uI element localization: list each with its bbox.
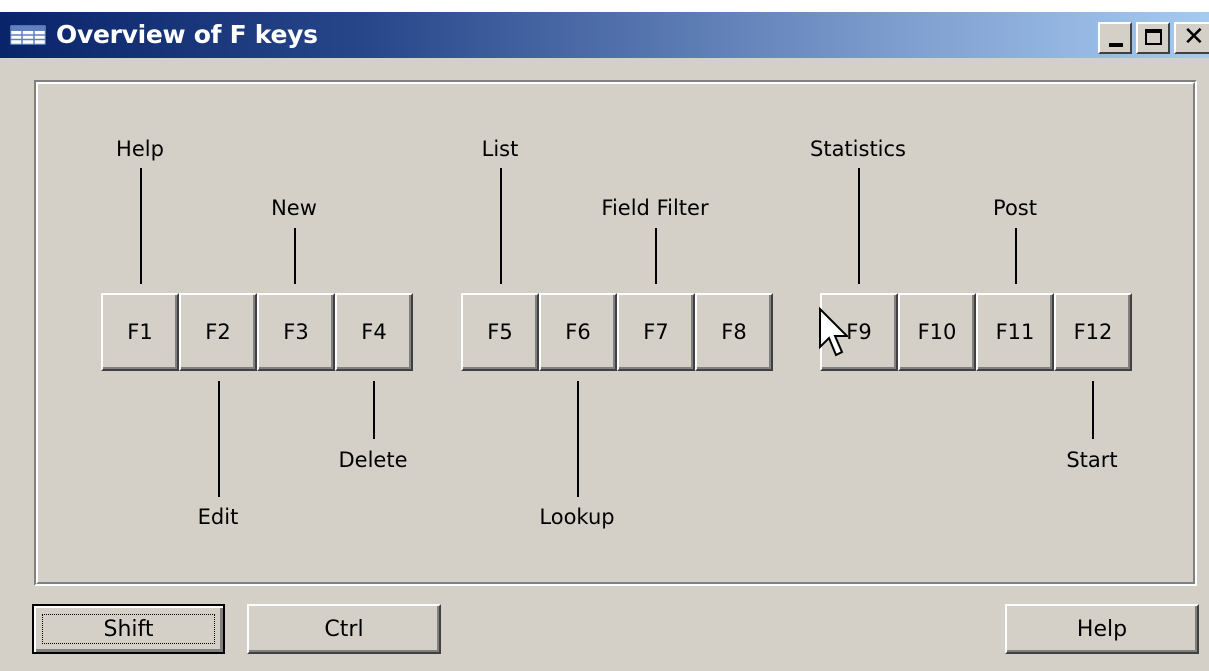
minimize-button[interactable] xyxy=(1098,22,1132,54)
label-start: Start xyxy=(1066,448,1118,472)
window-title: Overview of F keys xyxy=(56,20,318,49)
f11-key-button[interactable]: F11 xyxy=(976,293,1054,371)
maximize-button[interactable] xyxy=(1136,22,1170,54)
f4-key-button[interactable]: F4 xyxy=(335,293,413,371)
f1-key-button[interactable]: F1 xyxy=(101,293,179,371)
connector-f5 xyxy=(500,168,502,284)
table-form-icon xyxy=(10,25,46,45)
connector-f12 xyxy=(1092,381,1094,439)
help-button-label: Help xyxy=(1076,616,1128,642)
mouse-pointer-icon xyxy=(819,307,848,357)
label-delete: Delete xyxy=(338,448,408,472)
f8-key-button[interactable]: F8 xyxy=(695,293,773,371)
connector-f6 xyxy=(577,381,579,497)
help-button[interactable]: Help xyxy=(1005,604,1199,654)
label-field-filter: Field Filter xyxy=(601,196,709,220)
focus-indicator xyxy=(42,614,215,644)
connector-f3 xyxy=(294,228,296,284)
f7-key-button[interactable]: F7 xyxy=(617,293,695,371)
label-statistics: Statistics xyxy=(810,137,906,161)
label-lookup: Lookup xyxy=(539,505,615,529)
maximize-icon xyxy=(1145,29,1162,45)
f5-key-button[interactable]: F5 xyxy=(461,293,539,371)
connector-f2 xyxy=(218,381,220,497)
ctrl-button[interactable]: Ctrl xyxy=(247,604,441,654)
label-post: Post xyxy=(993,196,1037,220)
label-new: New xyxy=(271,196,317,220)
f6-key-button[interactable]: F6 xyxy=(539,293,617,371)
f2-key-button[interactable]: F2 xyxy=(179,293,257,371)
connector-f1 xyxy=(140,168,142,284)
f3-key-button[interactable]: F3 xyxy=(257,293,335,371)
connector-f11 xyxy=(1015,228,1017,284)
connector-f7 xyxy=(655,228,657,284)
connector-f4 xyxy=(373,381,375,439)
label-help: Help xyxy=(116,137,164,161)
label-edit: Edit xyxy=(197,505,239,529)
window-top-border xyxy=(0,0,1209,12)
connector-f9 xyxy=(858,168,860,284)
f10-key-button[interactable]: F10 xyxy=(898,293,976,371)
ctrl-button-label: Ctrl xyxy=(324,616,364,642)
label-list: List xyxy=(481,137,519,161)
shift-button[interactable]: Shift xyxy=(32,604,225,654)
close-button[interactable]: ✕ xyxy=(1174,22,1209,54)
f12-key-button[interactable]: F12 xyxy=(1054,293,1132,371)
close-icon: ✕ xyxy=(1183,22,1205,52)
minimize-icon xyxy=(1109,43,1123,47)
title-bar[interactable]: Overview of F keys ✕ xyxy=(0,12,1209,58)
